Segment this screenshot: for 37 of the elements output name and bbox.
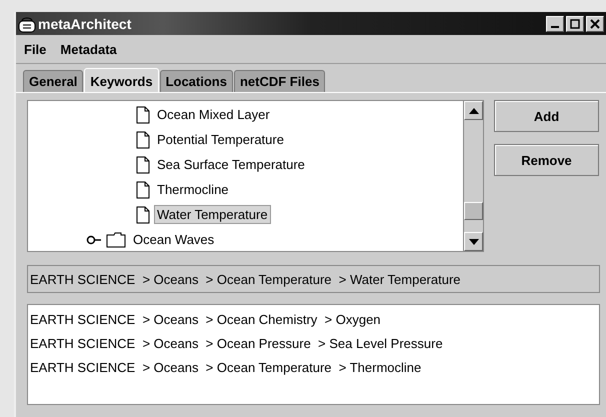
- tab[interactable]: General: [23, 70, 84, 92]
- tree-item[interactable]: Potential Temperature: [154, 130, 287, 149]
- tree-item[interactable]: Sea Surface Temperature: [154, 155, 308, 174]
- action-button[interactable]: Add: [494, 100, 599, 132]
- keyword-list-item[interactable]: EARTH SCIENCE > Oceans > Ocean Pressure > Sea Level Pressure: [28, 331, 599, 355]
- document-icon: [136, 180, 150, 198]
- tab[interactable]: Locations: [160, 70, 233, 92]
- close-button[interactable]: [586, 16, 604, 32]
- scrollbar[interactable]: [463, 101, 483, 251]
- menu-item[interactable]: Metadata: [60, 42, 117, 56]
- scroll-up-icon: [468, 108, 478, 114]
- action-button[interactable]: Remove: [494, 144, 599, 176]
- tab[interactable]: Keywords: [84, 68, 159, 92]
- menu-item[interactable]: File: [24, 42, 46, 56]
- document-icon: [136, 130, 150, 148]
- keyword-path-field: EARTH SCIENCE > Oceans > Ocean Temperature > Water Temperature: [27, 265, 600, 293]
- scroll-down-icon: [468, 238, 478, 244]
- tree-item[interactable]: Ocean Mixed Layer: [154, 105, 273, 124]
- document-icon: [136, 156, 150, 174]
- maximize-icon: [570, 18, 580, 28]
- window-title: metaArchitect: [38, 16, 132, 32]
- keyword-list-item[interactable]: EARTH SCIENCE > Oceans > Ocean Temperature > Thermocline: [28, 355, 599, 379]
- collapsed-handle-icon[interactable]: [86, 234, 102, 244]
- tree-item[interactable]: Thermocline: [154, 180, 232, 199]
- close-icon: [590, 18, 600, 28]
- document-icon: [136, 206, 150, 224]
- minimize-button[interactable]: [546, 16, 564, 32]
- document-icon: [136, 106, 150, 124]
- minimize-icon: [551, 26, 559, 28]
- app-icon: [18, 14, 36, 32]
- folder-icon: [106, 232, 126, 248]
- tab[interactable]: netCDF Files: [234, 70, 326, 92]
- maximize-button[interactable]: [566, 16, 584, 32]
- scrollbar-thumb[interactable]: [464, 202, 483, 220]
- keyword-list-item[interactable]: EARTH SCIENCE > Oceans > Ocean Chemistry > Oxygen: [28, 307, 599, 331]
- tree-item[interactable]: Water Temperature: [154, 205, 271, 224]
- tree-item[interactable]: Ocean Waves: [130, 230, 218, 249]
